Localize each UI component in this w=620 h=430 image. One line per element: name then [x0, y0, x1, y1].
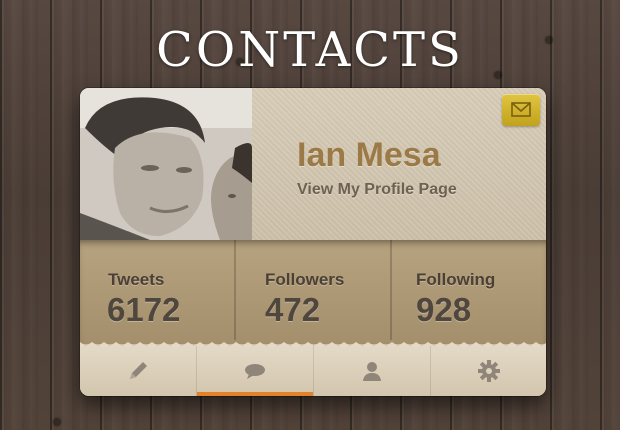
gear-icon	[478, 360, 500, 382]
profile-name: Ian Mesa	[297, 136, 441, 174]
stat-label: Followers	[265, 270, 345, 289]
mail-button[interactable]	[502, 94, 540, 126]
speech-bubble-icon	[245, 364, 265, 379]
stat-label: Tweets	[108, 270, 165, 289]
profile-info: Ian Mesa View My Profile Page	[252, 88, 546, 240]
stat-tweets[interactable]: Tweets 6172	[80, 240, 234, 340]
profile-photo-image	[80, 88, 252, 240]
stat-label: Following	[416, 270, 496, 289]
stat-value: 928	[416, 291, 472, 328]
stat-value: 6172	[107, 291, 181, 328]
page-title: CONTACTS	[156, 22, 464, 78]
stat-following[interactable]: Following 928	[390, 240, 546, 340]
view-profile-link[interactable]: View My Profile Page	[297, 181, 457, 199]
stat-followers[interactable]: Followers 472	[234, 240, 392, 340]
tab-bar	[80, 346, 546, 396]
stats-row: Tweets 6172 Followers 472 Following 928	[80, 240, 546, 344]
tab-compose[interactable]	[80, 346, 196, 396]
tab-messages[interactable]	[196, 346, 313, 396]
tab-profile[interactable]	[313, 346, 430, 396]
contact-card: Ian Mesa View My Profile Page Tweets 617…	[80, 88, 546, 396]
tab-settings[interactable]	[430, 346, 546, 396]
stat-value: 472	[265, 291, 321, 328]
pencil-icon	[130, 362, 147, 379]
wood-knot	[53, 418, 61, 426]
profile-photo[interactable]	[80, 88, 252, 240]
envelope-icon	[511, 102, 531, 117]
user-icon	[363, 362, 381, 381]
